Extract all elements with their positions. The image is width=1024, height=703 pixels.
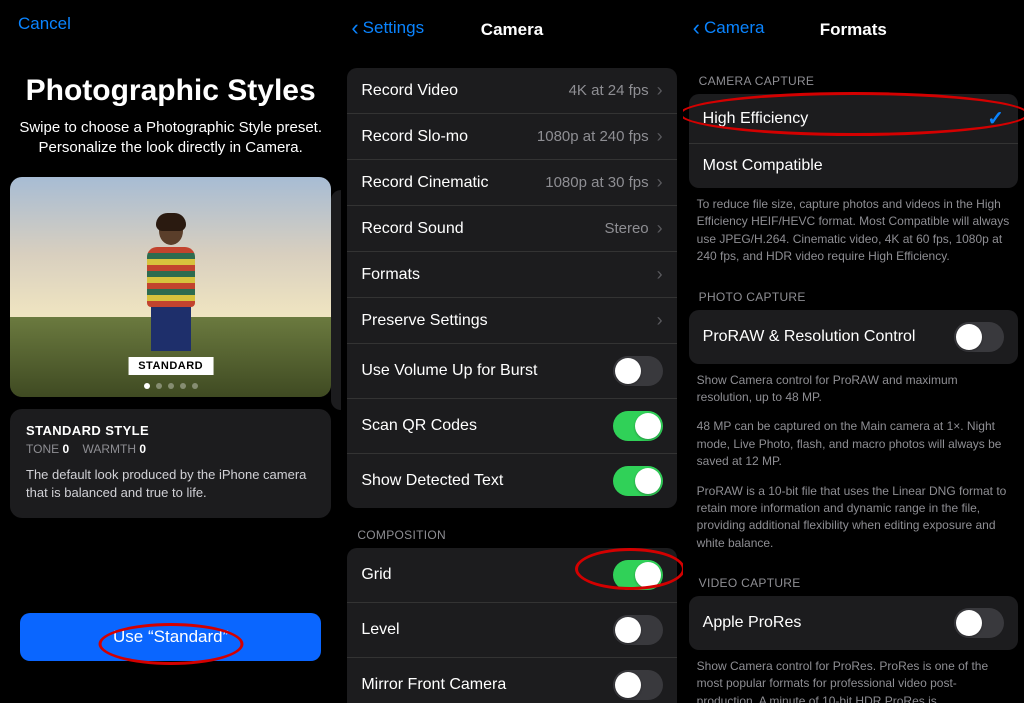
section-header-photo-capture: PHOTO CAPTURE xyxy=(683,290,1024,310)
style-description-card: STANDARD STYLE TONE 0 WARMTH 0 The defau… xyxy=(10,409,331,518)
cell-record-video[interactable]: Record Video 4K at 24 fps› xyxy=(347,68,676,114)
toggle-mirror-front[interactable] xyxy=(613,670,663,700)
style-preview-card[interactable]: STANDARD xyxy=(10,177,331,397)
next-card-peek[interactable] xyxy=(331,190,341,410)
toggle-grid[interactable] xyxy=(613,560,663,590)
cell-record-sound[interactable]: Record Sound Stereo› xyxy=(347,206,676,252)
cell-level[interactable]: Level xyxy=(347,603,676,658)
section-header-video-capture: VIDEO CAPTURE xyxy=(683,576,1024,596)
toggle-scan-qr[interactable] xyxy=(613,411,663,441)
toggle-prores[interactable] xyxy=(954,608,1004,638)
chevron-right-icon: › xyxy=(657,218,663,239)
section-header-camera-capture: CAMERA CAPTURE xyxy=(683,74,1024,94)
footer-prores-1: Show Camera control for ProRes. ProRes i… xyxy=(683,650,1024,703)
navbar: ‹ Settings Camera xyxy=(341,0,682,44)
style-desc: The default look produced by the iPhone … xyxy=(26,466,315,502)
cell-volume-burst[interactable]: Use Volume Up for Burst xyxy=(347,344,676,399)
screen-photographic-styles: Cancel Photographic Styles Swipe to choo… xyxy=(0,0,341,703)
cell-preserve-settings[interactable]: Preserve Settings › xyxy=(347,298,676,344)
use-style-button[interactable]: Use “Standard” xyxy=(20,613,321,661)
page-subtitle: Swipe to choose a Photographic Style pre… xyxy=(0,108,341,177)
navbar: ‹ Camera Formats xyxy=(683,0,1024,44)
cell-grid[interactable]: Grid xyxy=(347,548,676,603)
footer-proraw-2: 48 MP can be captured on the Main camera… xyxy=(683,410,1024,474)
style-params: TONE 0 WARMTH 0 xyxy=(26,442,315,456)
toggle-volume-burst[interactable] xyxy=(613,356,663,386)
chevron-right-icon: › xyxy=(657,310,663,331)
footer-proraw-3: ProRAW is a 10-bit file that uses the Li… xyxy=(683,475,1024,557)
chevron-right-icon: › xyxy=(657,80,663,101)
chevron-right-icon: › xyxy=(657,264,663,285)
toggle-level[interactable] xyxy=(613,615,663,645)
preview-style-tag: STANDARD xyxy=(128,357,213,375)
cell-mirror-front[interactable]: Mirror Front Camera xyxy=(347,658,676,703)
chevron-right-icon: › xyxy=(657,172,663,193)
cancel-button[interactable]: Cancel xyxy=(18,14,71,33)
footer-proraw-1: Show Camera control for ProRAW and maxim… xyxy=(683,364,1024,411)
cell-most-compatible[interactable]: Most Compatible xyxy=(689,144,1018,188)
page-dots xyxy=(144,383,198,389)
cell-record-slomo[interactable]: Record Slo-mo 1080p at 240 fps› xyxy=(347,114,676,160)
chevron-left-icon: ‹ xyxy=(693,19,700,37)
cell-high-efficiency[interactable]: High Efficiency ✓ xyxy=(689,94,1018,144)
screen-formats: ‹ Camera Formats CAMERA CAPTURE High Eff… xyxy=(683,0,1024,703)
back-button-settings[interactable]: ‹ Settings xyxy=(351,18,424,38)
cell-scan-qr[interactable]: Scan QR Codes xyxy=(347,399,676,454)
cell-record-cinematic[interactable]: Record Cinematic 1080p at 30 fps› xyxy=(347,160,676,206)
toggle-proraw[interactable] xyxy=(954,322,1004,352)
cell-show-detected-text[interactable]: Show Detected Text xyxy=(347,454,676,508)
footer-camera-capture: To reduce file size, capture photos and … xyxy=(683,188,1024,270)
cell-proraw[interactable]: ProRAW & Resolution Control xyxy=(689,310,1018,364)
cell-formats[interactable]: Formats › xyxy=(347,252,676,298)
chevron-left-icon: ‹ xyxy=(351,19,358,37)
toggle-show-detected[interactable] xyxy=(613,466,663,496)
page-title: Photographic Styles xyxy=(0,74,341,108)
chevron-right-icon: › xyxy=(657,126,663,147)
back-button-camera[interactable]: ‹ Camera xyxy=(693,18,765,38)
page-title: Formats xyxy=(820,20,887,40)
cell-prores[interactable]: Apple ProRes xyxy=(689,596,1018,650)
style-name: STANDARD STYLE xyxy=(26,423,315,438)
screen-camera-settings: ‹ Settings Camera Record Video 4K at 24 … xyxy=(341,0,682,703)
checkmark-icon: ✓ xyxy=(987,106,1004,131)
page-title: Camera xyxy=(481,20,543,40)
section-header-composition: COMPOSITION xyxy=(341,528,682,548)
